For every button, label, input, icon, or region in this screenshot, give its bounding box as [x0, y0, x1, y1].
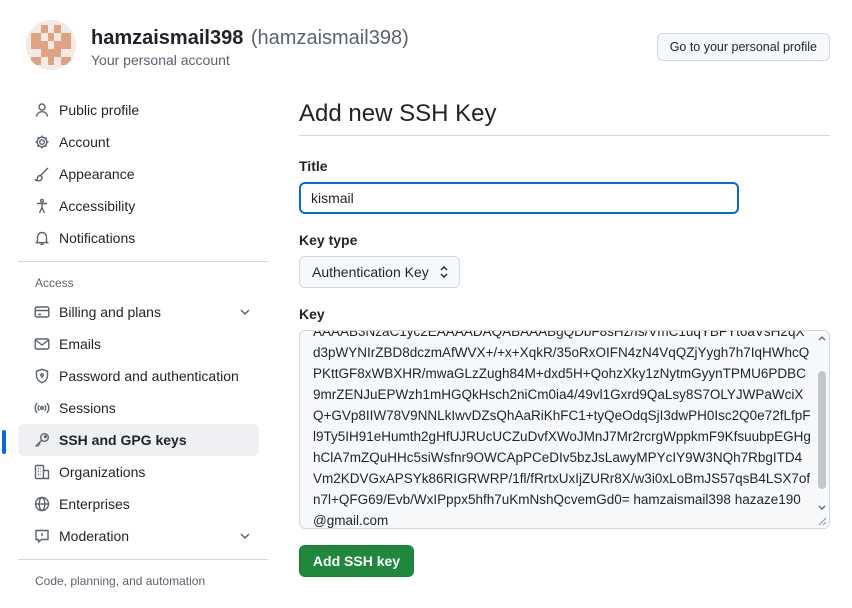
sidebar-item-account[interactable]: Account: [18, 126, 268, 158]
scroll-up-arrow-icon[interactable]: [818, 335, 826, 341]
sidebar-item-organizations[interactable]: Organizations: [18, 456, 268, 488]
go-to-profile-button[interactable]: Go to your personal profile: [656, 33, 830, 61]
person-icon: [34, 102, 50, 118]
key-type-selected-value: Authentication Key: [312, 264, 429, 280]
sidebar-item-label: Billing and plans: [59, 304, 161, 320]
shield-lock-icon: [34, 368, 50, 384]
scroll-down-arrow-icon[interactable]: [818, 505, 826, 511]
sidebar-item-label: Appearance: [59, 166, 135, 182]
page-title: Add new SSH Key: [299, 96, 830, 136]
account-header: hamzaismail398 (hamzaismail398) Your per…: [26, 20, 834, 72]
sidebar-item-label: Password and authentication: [59, 368, 239, 384]
username[interactable]: hamzaismail398: [91, 27, 243, 49]
sidebar-item-enterprises[interactable]: Enterprises: [18, 488, 268, 520]
accessibility-icon: [34, 198, 50, 214]
settings-sidebar: Public profile Account Appearance Access…: [2, 94, 268, 594]
key-textarea-scrollbar[interactable]: [815, 331, 829, 528]
sidebar-item-label: Emails: [59, 336, 102, 352]
user-handle: (hamzaismail398): [250, 27, 409, 49]
account-name: hamzaismail398 (hamzaismail398): [91, 27, 409, 50]
sidebar-item-label: Account: [59, 134, 110, 150]
avatar[interactable]: [26, 20, 76, 70]
sidebar-item-label: Public profile: [59, 102, 140, 118]
identicon-image: [26, 20, 76, 70]
sidebar-item-label: Enterprises: [59, 496, 130, 512]
sidebar-section-code-planning: Code, planning, and automation: [35, 574, 206, 588]
paintbrush-icon: [34, 166, 50, 182]
key-label: Key: [299, 306, 325, 322]
sidebar-item-public-profile[interactable]: Public profile: [18, 94, 268, 126]
gear-icon: [34, 134, 50, 150]
sidebar-item-label: Accessibility: [59, 198, 136, 214]
sidebar-item-sessions[interactable]: Sessions: [18, 392, 268, 424]
key-icon: [34, 432, 50, 448]
select-arrows-icon: [440, 266, 448, 278]
sidebar-item-appearance[interactable]: Appearance: [18, 158, 268, 190]
sidebar-item-emails[interactable]: Emails: [18, 328, 268, 360]
sidebar-item-label: Notifications: [59, 230, 136, 246]
title-label: Title: [299, 158, 328, 174]
sidebar-section-access: Access: [35, 276, 74, 290]
key-type-select[interactable]: Authentication Key: [299, 256, 460, 288]
sidebar-item-ssh-gpg-keys[interactable]: SSH and GPG keys: [2, 424, 259, 456]
key-textarea-content: AAAAB3NzaC1yc2EAAAADAQABAAABgQDbF8sHz/Is…: [313, 330, 811, 528]
chevron-down-icon[interactable]: [238, 529, 252, 543]
sidebar-divider: [18, 261, 268, 262]
sidebar-divider: [18, 559, 268, 560]
bell-icon: [34, 230, 50, 246]
account-subtitle: Your personal account: [91, 52, 230, 68]
add-ssh-key-button[interactable]: Add SSH key: [299, 545, 414, 577]
sidebar-item-notifications[interactable]: Notifications: [18, 222, 268, 254]
chevron-down-icon[interactable]: [238, 305, 252, 319]
mail-icon: [34, 336, 50, 352]
sidebar-item-accessibility[interactable]: Accessibility: [18, 190, 268, 222]
scrollbar-thumb[interactable]: [818, 371, 826, 489]
broadcast-icon: [34, 400, 50, 416]
sidebar-item-billing[interactable]: Billing and plans: [18, 296, 268, 328]
sidebar-item-label: Organizations: [59, 464, 146, 480]
title-input[interactable]: kismail: [299, 182, 739, 214]
sidebar-item-label: Moderation: [59, 528, 130, 544]
key-textarea[interactable]: AAAAB3NzaC1yc2EAAAADAQABAAABgQDbF8sHz/Is…: [299, 330, 830, 529]
add-ssh-key-form: Add new SSH Key Title kismail Key type A…: [299, 96, 830, 577]
sidebar-item-password-auth[interactable]: Password and authentication: [18, 360, 268, 392]
credit-card-icon: [34, 304, 50, 320]
resize-grip-icon[interactable]: [817, 516, 827, 526]
sidebar-item-label: SSH and GPG keys: [59, 432, 187, 448]
report-icon: [34, 528, 50, 544]
sidebar-item-label: Sessions: [59, 400, 116, 416]
key-type-label: Key type: [299, 232, 358, 248]
organization-icon: [34, 464, 50, 480]
globe-icon: [34, 496, 50, 512]
sidebar-item-moderation[interactable]: Moderation: [18, 520, 268, 552]
